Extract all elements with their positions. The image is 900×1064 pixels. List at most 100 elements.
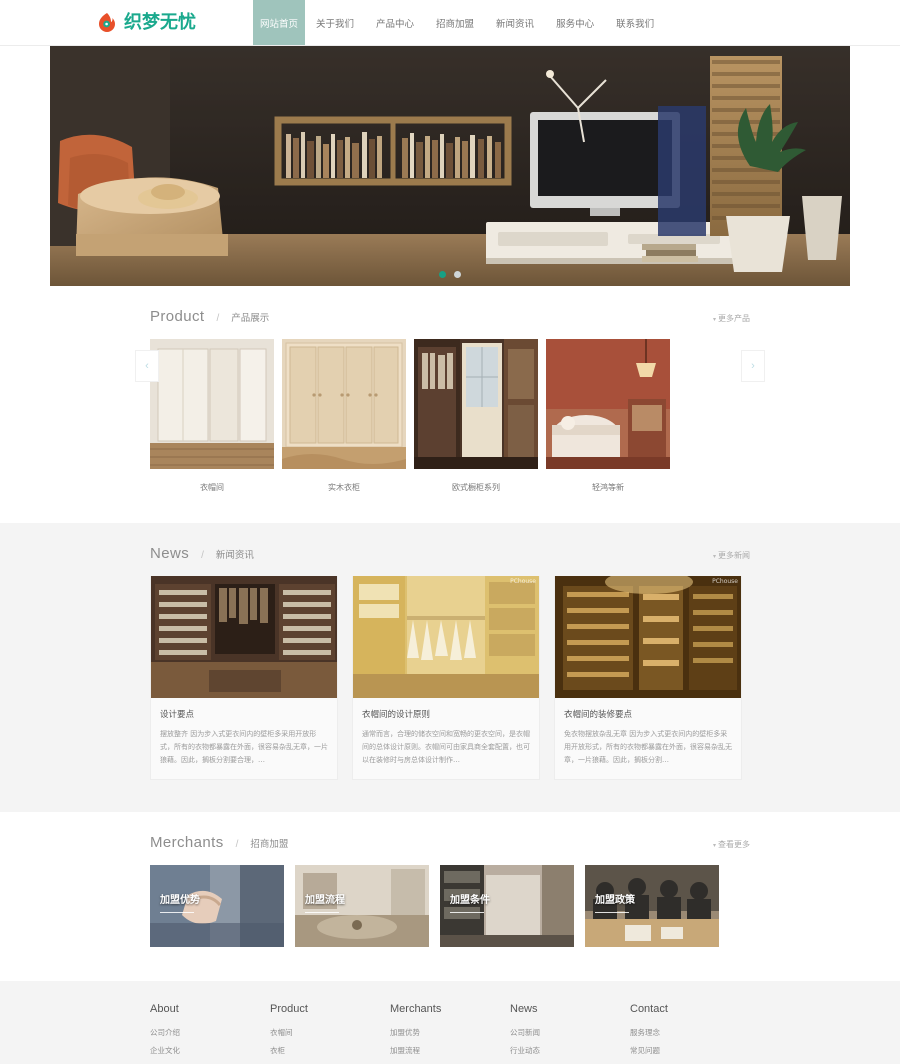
- merchants-more-link[interactable]: ▾ 查看更多: [713, 839, 750, 850]
- product-title-cn: 产品展示: [231, 313, 270, 324]
- footer-col-news: News 公司新闻 行业动态 视频中心: [510, 1003, 630, 1064]
- product-title: 轻鸿等新: [592, 483, 624, 492]
- footer-col-merchants: Merchants 加盟优势 加盟流程 加盟条件 加盟政策 实体门店: [390, 1003, 510, 1064]
- site-header: 织梦无忧 网站首页 关于我们 产品中心 招商加盟 新闻资讯 服务中心 联系我们: [0, 0, 900, 46]
- nav-item-merchants[interactable]: 招商加盟: [425, 0, 485, 45]
- chevron-right-icon: ›: [751, 360, 755, 372]
- hero-banner[interactable]: [50, 46, 850, 286]
- product-title: 衣帽间: [200, 483, 224, 492]
- carousel-dot-2[interactable]: [454, 271, 461, 278]
- news-body: 衣帽间的设计原则 通常而言，合理的储衣空间和宽畅的更衣空间，是衣帽间的总体设计原…: [353, 698, 539, 779]
- image-watermark: PChouse: [510, 578, 536, 585]
- caret-icon: ▾: [712, 841, 716, 849]
- nav-item-product[interactable]: 产品中心: [365, 0, 425, 45]
- news-more-link[interactable]: ▾ 更多新闻: [713, 550, 750, 561]
- merchants-title-cn: 招商加盟: [250, 838, 289, 850]
- product-title: 欧式橱柜系列: [452, 483, 500, 492]
- title-divider: /: [235, 838, 239, 850]
- product-card[interactable]: 轻鸿等新: [546, 339, 670, 493]
- news-body: 设计要点 摆放整齐 因为步入式更衣间内的壁柜多采用开放形式，所有的衣物都暴露在外…: [151, 698, 337, 779]
- chevron-left-icon: ‹: [145, 360, 149, 372]
- footer-heading: Contact: [630, 1002, 668, 1015]
- footer-heading: Product: [270, 1002, 308, 1015]
- footer-col-product: Product 衣帽间 衣柜 书柜: [270, 1003, 390, 1064]
- news-title: 设计要点: [160, 710, 195, 720]
- caret-icon: ▾: [712, 553, 716, 560]
- footer-col-contact: Contact 服务理念 常见问题 联系我们: [630, 1003, 668, 1064]
- title-divider: /: [216, 313, 220, 324]
- news-body: 衣帽间的装修要点 免衣物摆放杂乱无章 因为步入式更衣间内的壁柜多采用开放形式，所…: [555, 698, 741, 779]
- product-image: [150, 339, 274, 469]
- footer-link[interactable]: 服务理念: [630, 1027, 668, 1038]
- news-card[interactable]: PChouse 衣帽间的装修要点 免衣物摆放杂乱无章 因为步入式更衣间内的壁柜多…: [554, 576, 742, 780]
- footer-heading: Merchants: [390, 1002, 442, 1015]
- news-image: [151, 576, 337, 698]
- carousel-dot-1[interactable]: [439, 271, 446, 278]
- product-title-en: Product: [150, 308, 205, 325]
- main-nav: 网站首页 关于我们 产品中心 招商加盟 新闻资讯 服务中心 联系我们: [253, 0, 665, 45]
- footer-link[interactable]: 加盟流程: [390, 1045, 510, 1056]
- product-card[interactable]: 欧式橱柜系列: [414, 339, 538, 493]
- product-image: [414, 339, 538, 469]
- product-more-link[interactable]: ▾ 更多产品: [713, 313, 750, 324]
- merchant-label: 加盟优势: [160, 891, 200, 913]
- news-title-en: News: [150, 545, 190, 562]
- footer-link[interactable]: 公司介绍: [150, 1027, 270, 1038]
- footer-link[interactable]: 衣帽间: [270, 1027, 390, 1038]
- footer-heading: News: [510, 1002, 538, 1015]
- product-prev-button[interactable]: ‹: [135, 350, 159, 382]
- footer-columns: About 公司介绍 企业文化 企业荣誉 人才招聘 Product 衣帽间 衣柜…: [150, 1003, 750, 1064]
- caret-icon: ▾: [712, 316, 716, 323]
- footer-link[interactable]: 公司新闻: [510, 1027, 630, 1038]
- title-divider: /: [201, 550, 204, 561]
- news-title: 衣帽间的设计原则: [362, 710, 431, 720]
- logo[interactable]: 织梦无忧: [0, 0, 253, 45]
- product-title: 实木衣柜: [328, 483, 360, 492]
- news-section: News / 新闻资讯 ▾ 更多新闻 设计要点 摆放整齐 因为步入式更衣间内的壁…: [0, 523, 900, 812]
- footer-link[interactable]: 常见问题: [630, 1045, 668, 1056]
- merchants-header: Merchants / 招商加盟 ▾ 查看更多: [0, 812, 900, 865]
- footer-link[interactable]: 加盟优势: [390, 1027, 510, 1038]
- news-image: PChouse: [353, 576, 539, 698]
- news-card[interactable]: 设计要点 摆放整齐 因为步入式更衣间内的壁柜多采用开放形式，所有的衣物都暴露在外…: [150, 576, 338, 780]
- footer-link[interactable]: 行业动态: [510, 1045, 630, 1056]
- product-card[interactable]: 衣帽间: [150, 339, 274, 493]
- news-title-cn: 新闻资讯: [215, 550, 254, 561]
- merchant-card[interactable]: 加盟条件: [440, 864, 574, 947]
- merchants-list: 加盟优势 加盟流程 加盟条件 加盟政策: [0, 864, 900, 947]
- news-desc: 免衣物摆放杂乱无章 因为步入式更衣间内的壁柜多采用开放形式，所有的衣物都暴露在外…: [564, 730, 732, 764]
- site-footer: About 公司介绍 企业文化 企业荣誉 人才招聘 Product 衣帽间 衣柜…: [0, 980, 900, 1064]
- merchants-section: Merchants / 招商加盟 ▾ 查看更多 加盟优势 加盟流程 加盟条件 加…: [0, 811, 900, 981]
- product-section: Product / 产品展示 ▾ 更多产品 衣帽间 实木衣柜 欧式橱柜系列 轻鸿…: [0, 286, 900, 523]
- flame-logo-icon: [96, 12, 118, 34]
- merchants-title-en: Merchants: [150, 833, 224, 851]
- product-image: [282, 339, 406, 469]
- news-list: 设计要点 摆放整齐 因为步入式更衣间内的壁柜多采用开放形式，所有的衣物都暴露在外…: [0, 576, 900, 780]
- news-desc: 摆放整齐 因为步入式更衣间内的壁柜多采用开放形式，所有的衣物都暴露在外面，很容易…: [160, 730, 328, 764]
- news-image: PChouse: [555, 576, 741, 698]
- merchant-card[interactable]: 加盟优势: [150, 864, 284, 947]
- merchant-label: 加盟流程: [305, 891, 345, 913]
- nav-item-contact[interactable]: 联系我们: [605, 0, 665, 45]
- product-card[interactable]: 实木衣柜: [282, 339, 406, 493]
- banner-image: [50, 46, 850, 286]
- merchant-label: 加盟条件: [450, 891, 490, 913]
- product-header: Product / 产品展示 ▾ 更多产品: [0, 286, 900, 339]
- nav-item-service[interactable]: 服务中心: [545, 0, 605, 45]
- product-next-button[interactable]: ›: [741, 350, 765, 382]
- nav-item-home[interactable]: 网站首页: [253, 0, 305, 45]
- merchant-label: 加盟政策: [595, 891, 635, 913]
- news-title: 衣帽间的装修要点: [564, 710, 633, 720]
- merchant-card[interactable]: 加盟政策: [585, 864, 719, 947]
- footer-heading: About: [150, 1002, 179, 1015]
- news-card[interactable]: PChouse 衣帽间的设计原则 通常而言，合理的储衣空间和宽畅的更衣空间，是衣…: [352, 576, 540, 780]
- logo-text: 织梦无忧: [124, 11, 196, 33]
- page-root: 织梦无忧 网站首页 关于我们 产品中心 招商加盟 新闻资讯 服务中心 联系我们: [0, 0, 900, 1064]
- merchant-card[interactable]: 加盟流程: [295, 864, 429, 947]
- image-watermark: PChouse: [712, 578, 738, 585]
- footer-link[interactable]: 企业文化: [150, 1045, 270, 1056]
- nav-item-news[interactable]: 新闻资讯: [485, 0, 545, 45]
- nav-item-about[interactable]: 关于我们: [305, 0, 365, 45]
- footer-col-about: About 公司介绍 企业文化 企业荣誉 人才招聘: [150, 1003, 270, 1064]
- footer-link[interactable]: 衣柜: [270, 1045, 390, 1056]
